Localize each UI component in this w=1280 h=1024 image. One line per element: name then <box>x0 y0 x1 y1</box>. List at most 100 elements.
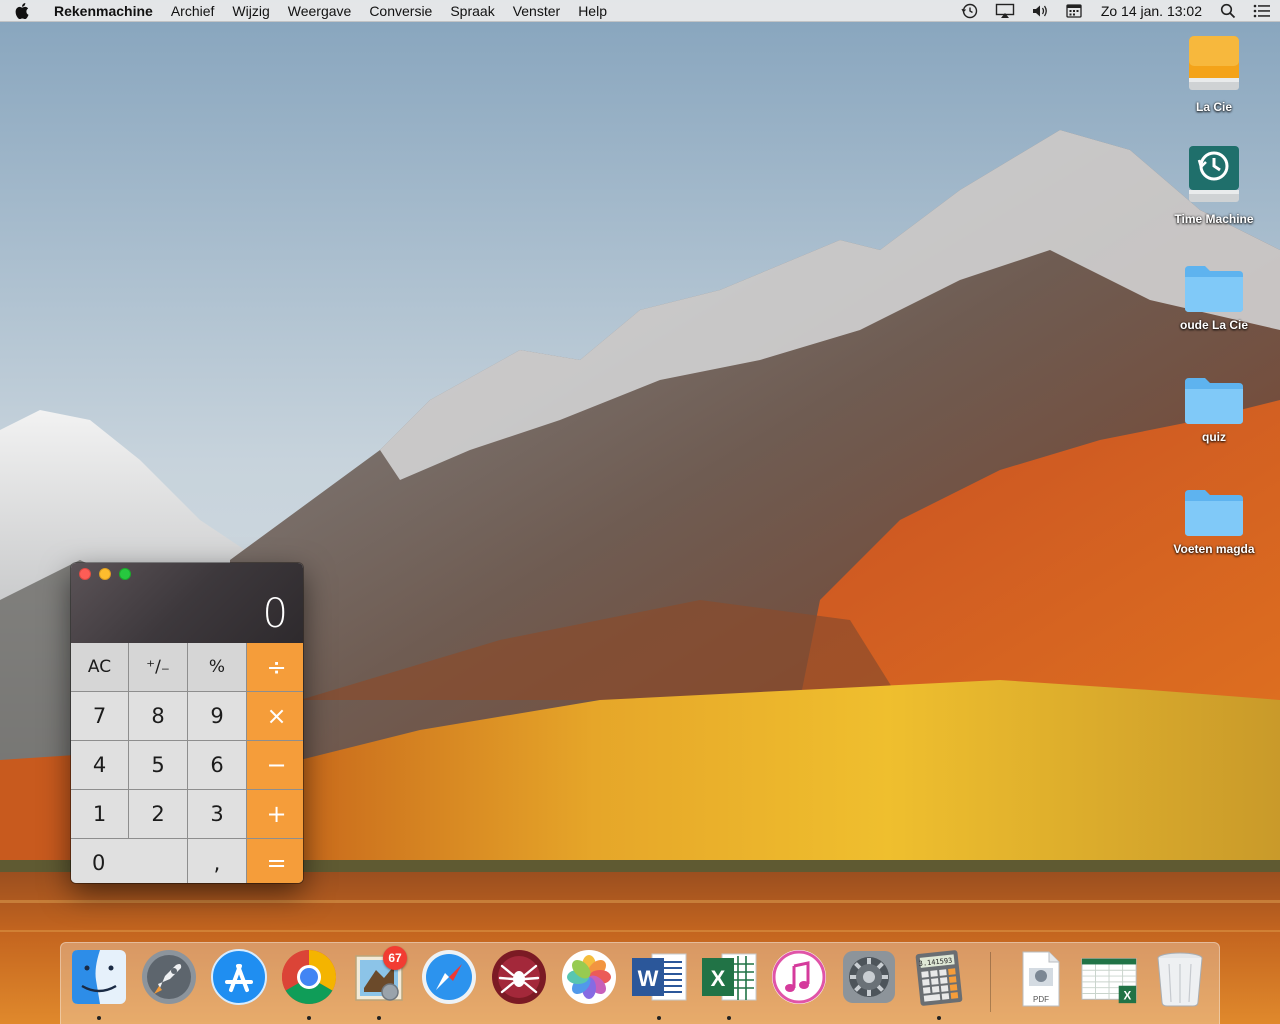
calculator-window: 0 AC ⁺∕₋ % ÷ 7 8 9 × 4 5 6 − 1 2 3 + 0 ,… <box>71 563 303 883</box>
desktop-icon-voeten-magda[interactable]: Voeten magda <box>1164 486 1264 556</box>
spotlight-search-icon[interactable] <box>1212 0 1244 22</box>
calculator-readout: 0 <box>262 591 289 637</box>
menu-venster[interactable]: Venster <box>504 0 569 22</box>
calculator-display-area: 0 <box>71 563 303 643</box>
svg-text:X: X <box>711 966 726 991</box>
calculator-keypad: AC ⁺∕₋ % ÷ 7 8 9 × 4 5 6 − 1 2 3 + 0 , = <box>71 643 303 883</box>
all-clear-button[interactable]: AC <box>71 643 128 691</box>
app-store-icon <box>211 949 267 1005</box>
multiply-button[interactable]: × <box>247 692 303 740</box>
running-indicator <box>657 1016 661 1020</box>
dock-item-photos[interactable] <box>559 948 619 1012</box>
running-indicator <box>307 1016 311 1020</box>
dock-item-trash[interactable] <box>1150 948 1210 1012</box>
external-drive-icon <box>1189 36 1239 90</box>
menu-spraak[interactable]: Spraak <box>441 0 503 22</box>
safari-icon <box>422 950 476 1004</box>
desktop-icon-quiz[interactable]: quiz <box>1164 374 1264 444</box>
digit-3-button[interactable]: 3 <box>188 790 246 838</box>
volume-icon[interactable] <box>1023 0 1057 22</box>
desktop-icon-oude-la-cie[interactable]: oude La Cie <box>1164 262 1264 332</box>
svg-text:W: W <box>638 966 659 991</box>
dock-item-calculator[interactable]: 3.141593 <box>909 948 969 1020</box>
system-preferences-icon <box>843 951 895 1003</box>
photos-icon <box>562 950 616 1004</box>
pdf-document-icon: PDF <box>1022 951 1060 1007</box>
folder-icon <box>1185 266 1243 312</box>
itunes-icon <box>772 950 826 1004</box>
running-indicator <box>937 1016 941 1020</box>
mail-unread-badge: 67 <box>383 946 407 970</box>
time-machine-drive-icon <box>1189 146 1239 202</box>
dock-item-app-store[interactable] <box>209 948 269 1012</box>
digit-7-button[interactable]: 7 <box>71 692 128 740</box>
svg-text:X: X <box>1124 989 1132 1002</box>
time-machine-icon[interactable] <box>953 0 987 22</box>
calendar-icon[interactable] <box>1057 0 1091 22</box>
menu-conversie[interactable]: Conversie <box>360 0 441 22</box>
digit-8-button[interactable]: 8 <box>129 692 187 740</box>
dock-separator <box>990 952 991 1012</box>
dock-item-launchpad[interactable] <box>139 948 199 1012</box>
plus-button[interactable]: + <box>247 790 303 838</box>
folder-icon <box>1185 490 1243 536</box>
digit-6-button[interactable]: 6 <box>188 741 246 789</box>
word-icon: W <box>632 953 687 1001</box>
desktop-icon-label: quiz <box>1202 430 1226 444</box>
app-menu[interactable]: Rekenmachine <box>44 0 162 22</box>
minimize-button[interactable] <box>99 568 111 580</box>
dock-item-pdf-document[interactable]: PDF <box>1010 948 1070 1012</box>
finder-icon <box>72 950 126 1004</box>
pdf-label: PDF <box>1033 995 1049 1004</box>
desktop-icon-label: oude La Cie <box>1179 318 1248 332</box>
digit-2-button[interactable]: 2 <box>129 790 187 838</box>
equals-button[interactable]: = <box>247 839 303 883</box>
desktop-icon-label: Voeten magda <box>1173 542 1255 556</box>
notification-center-icon[interactable] <box>1244 0 1280 22</box>
dock-item-finder[interactable] <box>69 948 129 1020</box>
excel-document-icon: X <box>1081 958 1137 1004</box>
window-controls <box>79 568 131 580</box>
digit-0-button[interactable]: 0 <box>71 839 187 883</box>
digit-4-button[interactable]: 4 <box>71 741 128 789</box>
digit-5-button[interactable]: 5 <box>129 741 187 789</box>
apple-menu-icon[interactable] <box>0 2 44 19</box>
desktop-icon-time-machine[interactable]: Time Machine <box>1164 144 1264 226</box>
menu-wijzig[interactable]: Wijzig <box>223 0 278 22</box>
folder-icon <box>1185 378 1243 424</box>
dock-item-safari[interactable] <box>419 948 479 1012</box>
dock-item-chrome[interactable] <box>279 948 339 1020</box>
dock-item-spider-app[interactable] <box>489 948 549 1012</box>
airplay-icon[interactable] <box>987 0 1023 22</box>
dock-item-itunes[interactable] <box>769 948 829 1012</box>
dock-item-excel[interactable]: X <box>699 948 759 1020</box>
plus-minus-button[interactable]: ⁺∕₋ <box>129 643 187 691</box>
dock-item-word[interactable]: W <box>629 948 689 1020</box>
close-button[interactable] <box>79 568 91 580</box>
desktop-icon-label: La Cie <box>1195 100 1232 114</box>
running-indicator <box>727 1016 731 1020</box>
digit-9-button[interactable]: 9 <box>188 692 246 740</box>
trash-icon <box>1157 952 1203 1007</box>
menu-help[interactable]: Help <box>569 0 616 22</box>
running-indicator <box>377 1016 381 1020</box>
divide-button[interactable]: ÷ <box>247 643 303 691</box>
desktop-icon-la-cie[interactable]: La Cie <box>1164 32 1264 114</box>
chrome-icon <box>281 950 337 1005</box>
minus-button[interactable]: − <box>247 741 303 789</box>
zoom-button[interactable] <box>119 568 131 580</box>
percent-button[interactable]: % <box>188 643 246 691</box>
dock-item-mail[interactable]: 67 <box>349 946 409 1020</box>
menu-bar: Rekenmachine Archief Wijzig Weergave Con… <box>0 0 1280 22</box>
menubar-clock[interactable]: Zo 14 jan. 13:02 <box>1091 3 1212 19</box>
launchpad-icon <box>142 950 196 1004</box>
menu-archief[interactable]: Archief <box>162 0 224 22</box>
digit-1-button[interactable]: 1 <box>71 790 128 838</box>
excel-icon: X <box>702 953 757 1001</box>
spider-app-icon <box>492 950 546 1004</box>
menu-weergave[interactable]: Weergave <box>279 0 361 22</box>
dock-item-excel-document[interactable]: X <box>1080 948 1140 1012</box>
decimal-button[interactable]: , <box>188 839 246 883</box>
desktop-icon-label: Time Machine <box>1174 212 1254 226</box>
dock-item-system-preferences[interactable] <box>839 948 899 1012</box>
